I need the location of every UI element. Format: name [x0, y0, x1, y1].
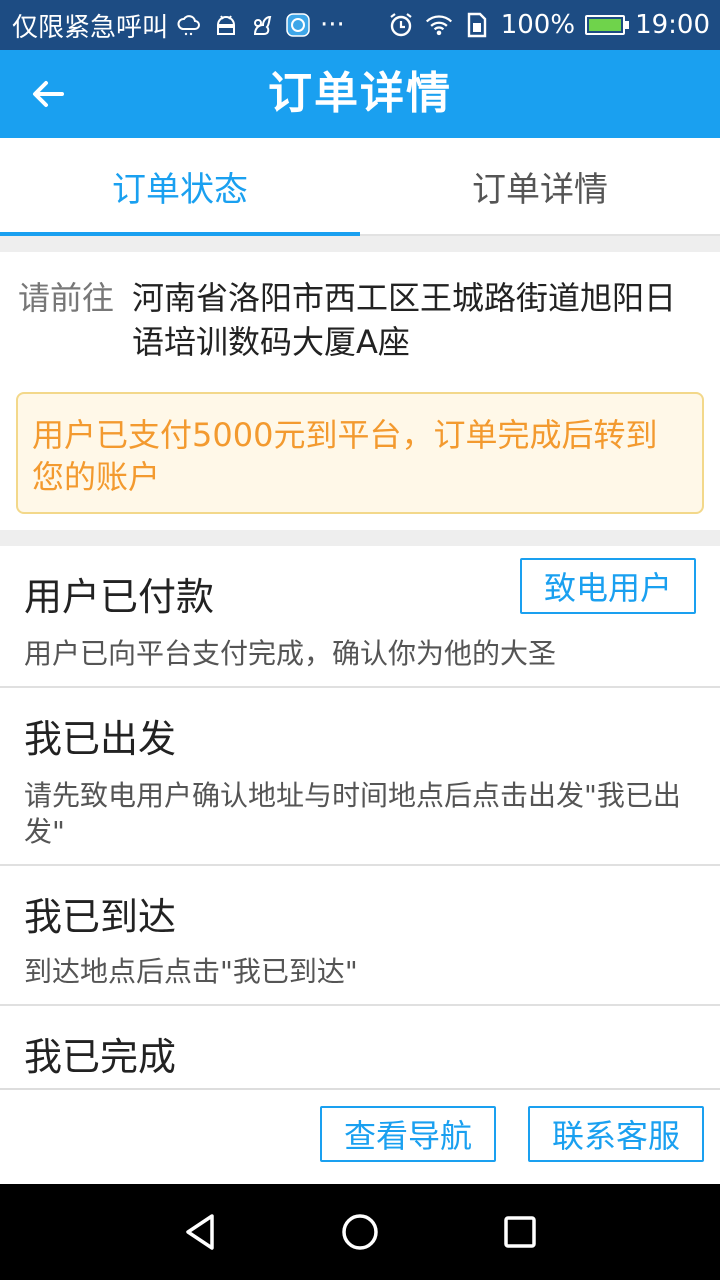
tab-bar: 订单状态 订单详情	[0, 138, 720, 236]
screen: 仅限紧急呼叫 ··· 100% 19:00 订单详情 订单状态 订单详情 请前往…	[0, 0, 720, 1280]
page-title: 订单详情	[268, 68, 452, 119]
weather-cloud-icon	[176, 11, 204, 39]
nav-home-button[interactable]	[336, 1208, 384, 1256]
section-divider	[0, 236, 720, 252]
squirrel-app-icon	[248, 11, 276, 39]
battery-fill	[589, 19, 622, 31]
view-navigation-button[interactable]: 查看导航	[320, 1106, 496, 1162]
clock-time: 19:00	[635, 10, 710, 40]
step-arrived[interactable]: 我已到达 到达地点后点击"我已到达"	[0, 866, 720, 1006]
system-nav-bar	[0, 1184, 720, 1280]
battery-icon	[585, 15, 630, 35]
address-label: 请前往	[18, 279, 115, 317]
carrier-text: 仅限紧急呼叫	[12, 12, 169, 43]
wifi-icon	[425, 11, 453, 39]
payment-notice: 用户已支付5000元到平台，订单完成后转到您的账户	[16, 392, 704, 514]
status-left: 仅限紧急呼叫 ···	[12, 7, 387, 44]
tab-order-details[interactable]: 订单详情	[360, 138, 720, 234]
step-desc: 用户已向平台支付完成，确认你为他的大圣	[24, 637, 557, 670]
android-icon	[212, 11, 240, 39]
step-desc: 到达地点后点击"我已到达"	[24, 955, 358, 988]
nav-back-button[interactable]	[176, 1208, 224, 1256]
step-user-paid: 用户已付款 致电用户 用户已向平台支付完成，确认你为他的大圣	[0, 546, 720, 688]
step-title: 用户已付款	[24, 575, 215, 619]
step-completed[interactable]: 我已完成	[0, 1006, 720, 1088]
status-bar: 仅限紧急呼叫 ··· 100% 19:00	[0, 0, 720, 50]
sim-card-icon	[463, 11, 491, 39]
square-recents-icon	[504, 1216, 536, 1248]
more-notifications-icon: ···	[320, 10, 345, 40]
status-right: 100% 19:00	[387, 10, 710, 40]
alarm-icon	[387, 11, 415, 39]
contact-support-button[interactable]: 联系客服	[528, 1106, 704, 1162]
browser-app-icon	[284, 11, 312, 39]
section-divider	[0, 530, 720, 546]
step-title: 我已出发	[24, 717, 177, 761]
step-departed[interactable]: 我已出发 请先致电用户确认地址与时间地点后点击出发"我已出发"	[0, 688, 720, 866]
step-desc: 请先致电用户确认地址与时间地点后点击出发"我已出发"	[24, 779, 681, 848]
step-title: 我已完成	[24, 1035, 177, 1079]
circle-home-icon	[342, 1214, 378, 1250]
destination-address: 请前往 河南省洛阳市西工区王城路街道旭阳日语培训数码大厦A座	[0, 252, 720, 364]
call-user-button[interactable]: 致电用户	[520, 558, 696, 614]
triangle-back-icon	[186, 1214, 214, 1250]
step-title: 我已到达	[24, 895, 177, 939]
nav-recents-button[interactable]	[496, 1208, 544, 1256]
app-bar: 订单详情	[0, 50, 720, 138]
action-bar: 查看导航 联系客服	[0, 1088, 720, 1184]
battery-percent: 100%	[500, 10, 576, 40]
address-text: 河南省洛阳市西工区王城路街道旭阳日语培训数码大厦A座	[132, 279, 677, 361]
tab-order-status[interactable]: 订单状态	[0, 138, 360, 236]
